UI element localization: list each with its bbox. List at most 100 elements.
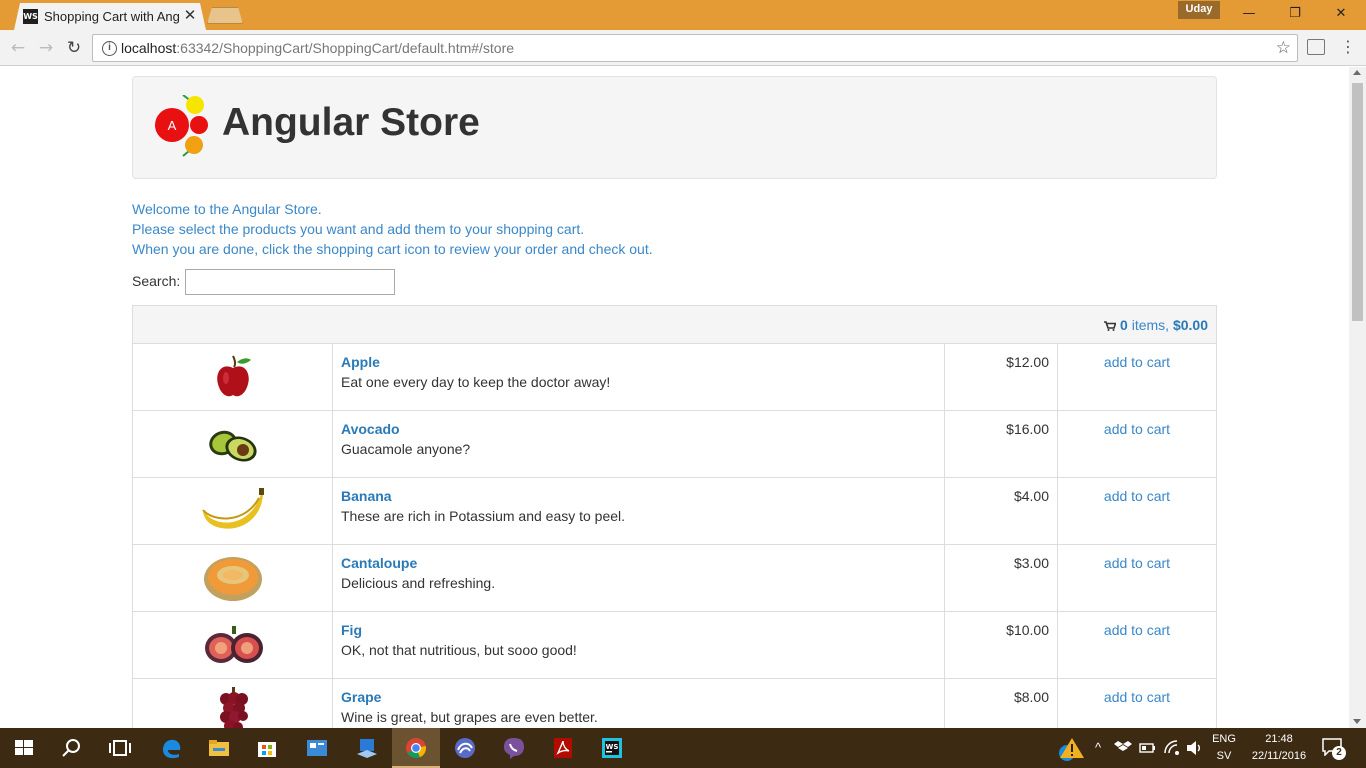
product-price: $10.00	[1006, 622, 1049, 638]
product-price: $3.00	[1013, 555, 1049, 571]
product-name-link[interactable]: Apple	[341, 354, 380, 370]
browser-tab[interactable]: WS Shopping Cart with Angu ✕	[14, 3, 206, 30]
wifi-icon[interactable]	[1163, 739, 1181, 755]
show-hidden-icons-chevron-icon[interactable]: ^	[1090, 740, 1106, 755]
file-explorer-icon	[209, 740, 229, 756]
taskbar-viber[interactable]	[490, 728, 538, 768]
cantaloupe-image-icon[interactable]	[203, 553, 263, 603]
extension-icon[interactable]	[1307, 39, 1325, 55]
add-to-cart-link[interactable]: add to cart	[1058, 488, 1216, 504]
edge-icon	[163, 739, 181, 759]
product-row: Cantaloupe Delicious and refreshing. $3.…	[133, 545, 1216, 612]
product-image-cell	[133, 478, 333, 544]
product-price-cell: $4.00	[945, 478, 1058, 544]
product-image-cell	[133, 344, 333, 410]
taskbar-app-2[interactable]	[343, 728, 391, 768]
logo-letter: A	[168, 118, 177, 133]
cart-total: $0.00	[1172, 317, 1208, 333]
product-name-link[interactable]: Banana	[341, 488, 392, 504]
taskbar-chrome[interactable]	[392, 728, 440, 768]
shopping-cart-icon[interactable]	[1104, 321, 1117, 331]
browser-app-icon	[455, 738, 475, 758]
store-icon	[258, 742, 276, 757]
fig-image-icon[interactable]	[203, 624, 265, 668]
chrome-menu-icon[interactable]: ⋮	[1340, 37, 1356, 59]
clock-time[interactable]: 21:48	[1244, 733, 1314, 745]
language-indicator[interactable]: ENG	[1206, 733, 1242, 745]
back-button[interactable]: ←	[5, 35, 31, 61]
apple-image-icon[interactable]	[213, 354, 253, 400]
cart-summary-link[interactable]: 0 items, $0.00	[1104, 317, 1208, 333]
svg-text:WS: WS	[606, 743, 619, 751]
taskbar-acrobat[interactable]	[539, 728, 587, 768]
product-description-cell: Avocado Guacamole anyone?	[333, 411, 945, 477]
product-name-link[interactable]: Avocado	[341, 421, 400, 437]
acrobat-icon	[554, 738, 572, 758]
add-cell: add to cart	[1058, 478, 1216, 544]
close-window-button[interactable]: ✕	[1318, 0, 1364, 28]
action-center-button[interactable]: 2	[1322, 738, 1346, 760]
new-tab-button[interactable]	[207, 7, 243, 24]
page-scrollbar[interactable]	[1349, 67, 1366, 728]
product-name-link[interactable]: Grape	[341, 689, 381, 705]
bookmark-star-icon[interactable]: ☆	[1276, 38, 1291, 58]
task-view-button[interactable]	[96, 728, 144, 768]
taskbar-store[interactable]	[243, 728, 291, 768]
clock-date[interactable]: 22/11/2016	[1244, 750, 1314, 762]
grape-image-icon[interactable]	[217, 687, 251, 728]
restore-button[interactable]: ❐	[1272, 0, 1318, 28]
add-cell: add to cart	[1058, 545, 1216, 611]
taskbar-app[interactable]	[293, 728, 341, 768]
volume-icon[interactable]	[1186, 740, 1204, 756]
info-icon[interactable]: i	[102, 41, 117, 56]
chrome-icon	[406, 738, 427, 758]
product-price-cell: $12.00	[945, 344, 1058, 410]
scroll-down-arrow-icon[interactable]	[1353, 719, 1361, 724]
reload-button[interactable]: ↻	[61, 35, 87, 61]
dropbox-tray-icon[interactable]	[1114, 740, 1132, 756]
add-cell: add to cart	[1058, 411, 1216, 477]
profile-button[interactable]: Uday	[1178, 1, 1220, 19]
add-to-cart-link[interactable]: add to cart	[1058, 689, 1216, 705]
avocado-image-icon[interactable]	[205, 425, 261, 465]
tab-close-icon[interactable]: ✕	[182, 7, 198, 25]
taskbar-search-button[interactable]	[48, 728, 96, 768]
search-input[interactable]	[185, 269, 395, 295]
product-price-cell: $3.00	[945, 545, 1058, 611]
products-table: 0 items, $0.00 Apple Eat one every day t…	[132, 305, 1217, 728]
welcome-line: Please select the products you want and …	[132, 221, 585, 237]
forward-button[interactable]: →	[33, 35, 59, 61]
scroll-thumb[interactable]	[1352, 83, 1363, 321]
product-name-link[interactable]: Fig	[341, 622, 362, 638]
region-indicator[interactable]: SV	[1206, 750, 1242, 762]
add-to-cart-link[interactable]: add to cart	[1058, 555, 1216, 571]
battery-icon[interactable]	[1139, 741, 1157, 755]
product-name-link[interactable]: Cantaloupe	[341, 555, 417, 571]
minimize-button[interactable]: —	[1226, 0, 1272, 28]
product-row: Avocado Guacamole anyone? $16.00 add to …	[133, 411, 1216, 478]
store-header: A Angular Store	[132, 76, 1217, 179]
address-bar[interactable]: i localhost:63342/ShoppingCart/ShoppingC…	[92, 34, 1298, 62]
scroll-up-arrow-icon[interactable]	[1353, 70, 1361, 75]
notification-count-badge: 2	[1332, 746, 1346, 760]
product-description: Eat one every day to keep the doctor awa…	[341, 374, 611, 390]
taskbar-browser-app[interactable]	[441, 728, 489, 768]
search-icon	[62, 739, 80, 757]
taskbar-edge[interactable]	[147, 728, 195, 768]
app-icon	[307, 740, 327, 756]
task-view-icon	[109, 740, 131, 756]
url-text[interactable]: localhost:63342/ShoppingCart/ShoppingCar…	[121, 40, 514, 58]
warning-tray-icon[interactable]	[1058, 736, 1086, 762]
taskbar-webstorm[interactable]: WS	[588, 728, 636, 768]
start-button[interactable]	[0, 728, 48, 768]
welcome-message: Welcome to the Angular Store. Please sel…	[132, 199, 832, 259]
add-to-cart-link[interactable]: add to cart	[1058, 622, 1216, 638]
add-to-cart-link[interactable]: add to cart	[1058, 354, 1216, 370]
taskbar-file-explorer[interactable]	[195, 728, 243, 768]
product-price-cell: $10.00	[945, 612, 1058, 678]
product-image-cell	[133, 679, 333, 728]
banana-image-icon[interactable]	[201, 488, 265, 532]
product-description-cell: Fig OK, not that nutritious, but sooo go…	[333, 612, 945, 678]
product-row: Grape Wine is great, but grapes are even…	[133, 679, 1216, 728]
add-to-cart-link[interactable]: add to cart	[1058, 421, 1216, 437]
